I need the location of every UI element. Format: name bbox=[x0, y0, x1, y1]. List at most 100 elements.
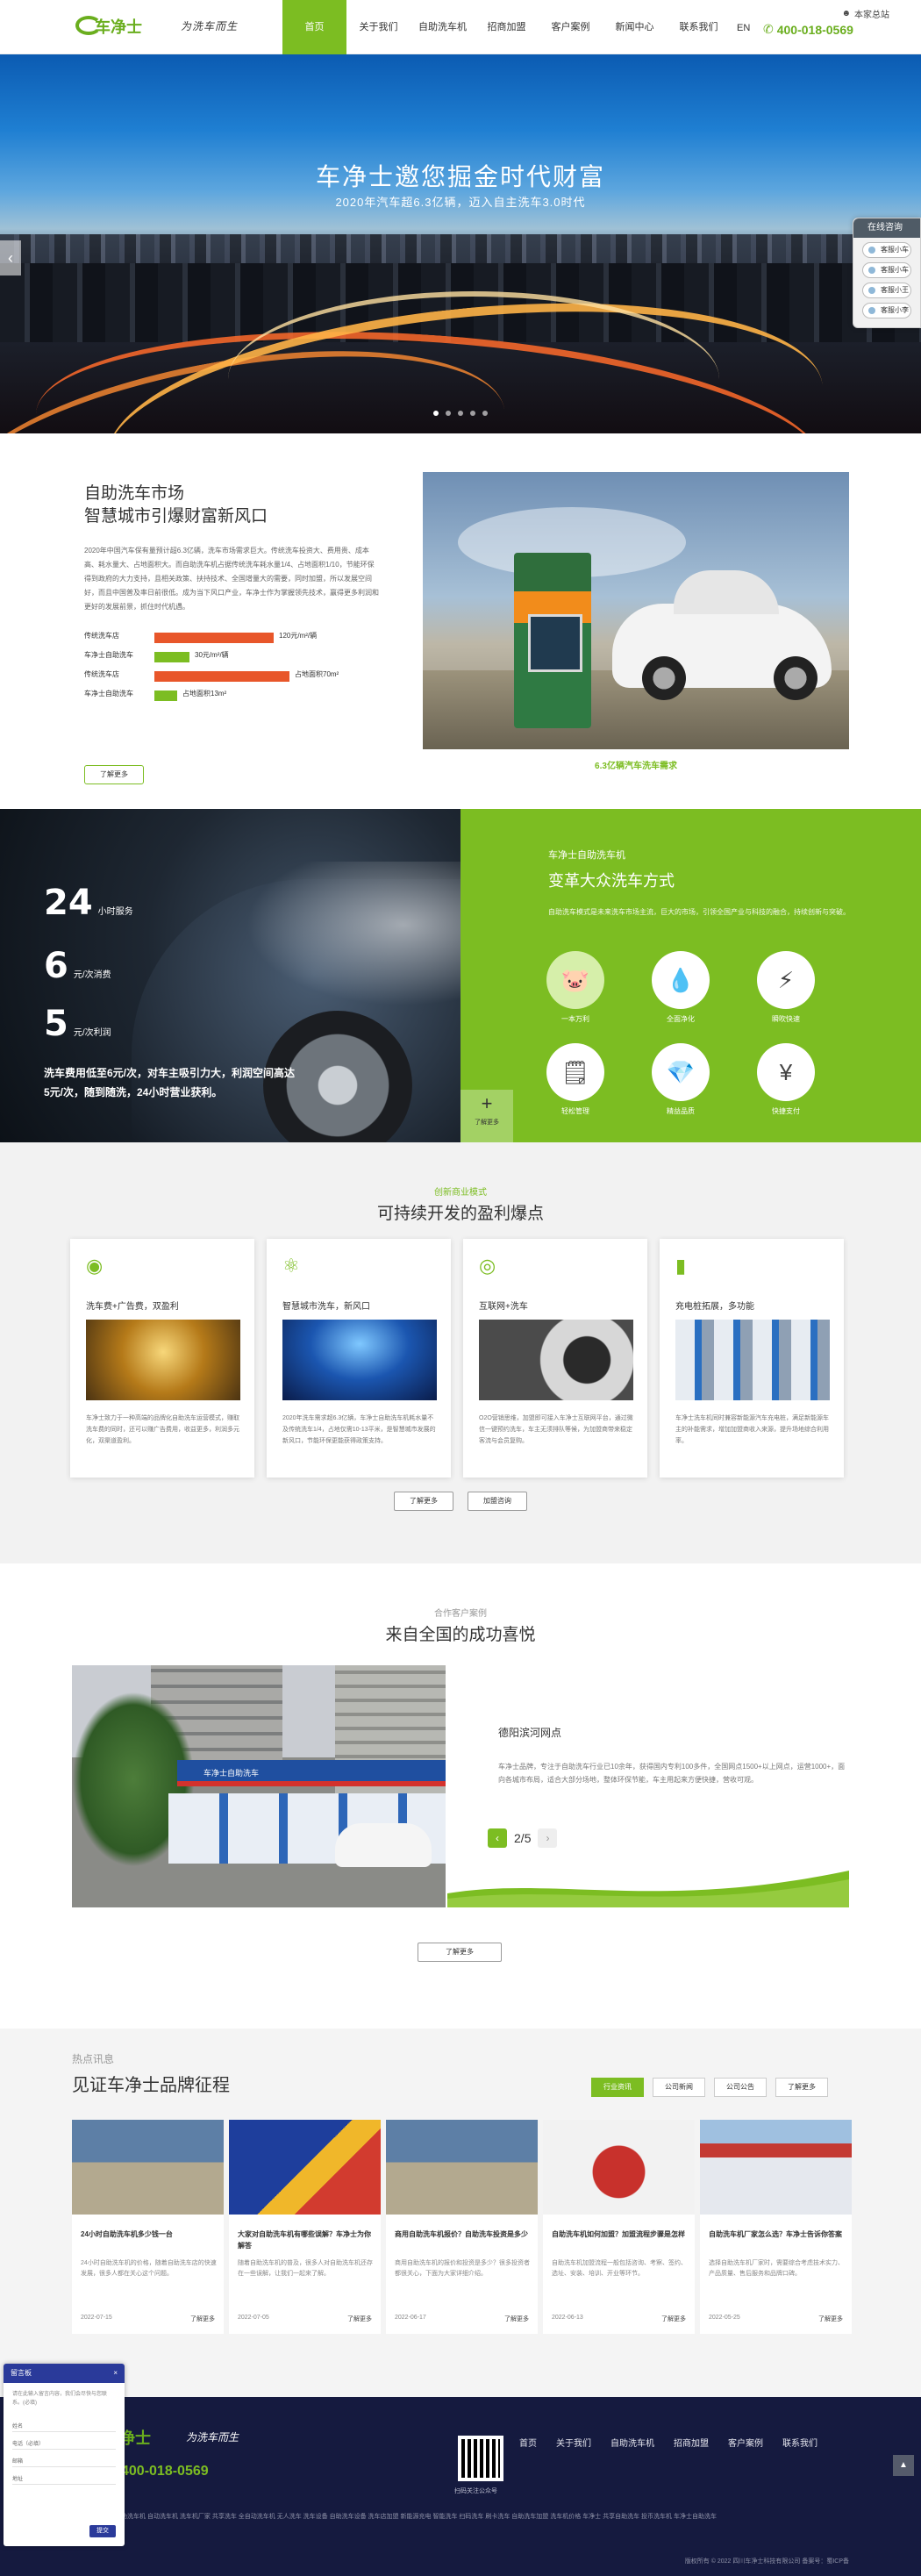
footer-nav-cases[interactable]: 客户案例 bbox=[728, 2436, 763, 2449]
banner-dot[interactable] bbox=[470, 411, 475, 416]
footer-nav-franchise[interactable]: 招商加盟 bbox=[674, 2436, 709, 2449]
features-kicker: 车净士自助洗车机 bbox=[548, 850, 625, 861]
news-read-more[interactable]: 了解更多 bbox=[504, 2315, 529, 2323]
profit-kicker: 创新商业模式 bbox=[434, 1188, 487, 1198]
phone-field[interactable]: 电话（必填） bbox=[12, 2437, 116, 2450]
decorative-wave bbox=[447, 1871, 849, 1907]
tab-announcements[interactable]: 公司公告 bbox=[714, 2078, 767, 2097]
copyright: 版权所有 © 2022 四川车净士科技有限公司 备案号：蜀ICP备 bbox=[684, 2558, 849, 2565]
feature-item[interactable]: ⚡ 瞬吹快速 bbox=[755, 951, 817, 1024]
consult-agent-button[interactable]: 客服小李 bbox=[862, 303, 911, 318]
photo-caption: 6.3亿辆汽车洗车需求 bbox=[595, 762, 677, 771]
banner-dot[interactable] bbox=[433, 411, 439, 416]
address-field[interactable]: 地址 bbox=[12, 2472, 116, 2485]
site-footer: 车净士 为洗车而生 400-018-0569 扫码关注公众号 首页 关于我们 自… bbox=[0, 2397, 921, 2576]
news-read-more[interactable]: 了解更多 bbox=[661, 2315, 686, 2323]
cases-title: 来自全国的成功喜悦 bbox=[385, 1626, 536, 1644]
news-thumbnail bbox=[700, 2120, 852, 2215]
consult-agent-button[interactable]: 客服小车 bbox=[862, 242, 911, 258]
message-intro: 请在此输入留言内容，我们会尽快与您联系。(必填) bbox=[12, 2392, 108, 2406]
bar-fill bbox=[154, 671, 289, 682]
feature-item[interactable]: ¥ 快捷支付 bbox=[755, 1043, 817, 1116]
footer-nav-machines[interactable]: 自助洗车机 bbox=[610, 2436, 654, 2449]
feature-item[interactable]: 🗒 轻松管理 bbox=[545, 1043, 606, 1116]
profit-card[interactable]: ▮ 充电桩拓展，多功能 车净士洗车机同时兼容新能源汽车充电桩，满足新能源车主的补… bbox=[660, 1239, 844, 1478]
news-read-more[interactable]: 了解更多 bbox=[190, 2315, 215, 2323]
nav-home[interactable]: 首页 bbox=[282, 0, 346, 54]
plus-icon: + bbox=[481, 1092, 493, 1114]
banner-dot[interactable] bbox=[446, 411, 451, 416]
message-board-popup: 留言板 × 请在此输入留言内容，我们会尽快与您联系。(必填) 姓名 电话（必填）… bbox=[4, 2364, 125, 2546]
case-prev-button[interactable]: ‹ bbox=[488, 1828, 507, 1848]
news-card[interactable]: 大家对自助洗车机有哪些误解？车净士为你解答 随着自助洗车机的普及，很多人对自助洗… bbox=[229, 2120, 381, 2334]
nav-machines[interactable]: 自助洗车机 bbox=[411, 0, 475, 54]
bar-value: 占地面积70m² bbox=[295, 670, 339, 678]
news-read-more[interactable]: 了解更多 bbox=[347, 2315, 372, 2323]
back-to-top-button[interactable]: ▲ bbox=[893, 2455, 914, 2476]
nav-contact[interactable]: 联系我们 bbox=[667, 0, 731, 54]
tab-company-news[interactable]: 公司新闻 bbox=[653, 2078, 705, 2097]
news-list: 24小时自助洗车机多少钱一台 24小时自助洗车机的价格，随着自助洗车店的快速发展… bbox=[72, 2120, 852, 2334]
email-field[interactable]: 邮箱 bbox=[12, 2455, 116, 2467]
banner-title: 车净士邀您掘金时代财富 bbox=[315, 162, 605, 191]
banner-pagination bbox=[0, 411, 921, 416]
news-card[interactable]: 自助洗车机厂家怎么选？车净士告诉你答案 选择自助洗车机厂家时，需要综合考虑技术实… bbox=[700, 2120, 852, 2334]
news-card[interactable]: 24小时自助洗车机多少钱一台 24小时自助洗车机的价格，随着自助洗车店的快速发展… bbox=[72, 2120, 224, 2334]
footer-nav-home[interactable]: 首页 bbox=[519, 2436, 537, 2449]
hotline: ✆ 400-018-0569 bbox=[763, 22, 853, 37]
footer-nav-about[interactable]: 关于我们 bbox=[556, 2436, 591, 2449]
bar-label: 车净士自助洗车 bbox=[84, 690, 133, 698]
handshake-coins-image bbox=[86, 1320, 240, 1400]
profit-section: 创新商业模式 可持续开发的盈利爆点 ◉ 洗车费+广告费，双盈利 车净士致力于一种… bbox=[0, 1142, 921, 1563]
bar-label: 传统洗车店 bbox=[84, 632, 119, 640]
water-drops-icon: 💧 bbox=[652, 951, 710, 1009]
consult-agent-button[interactable]: 客服小车 bbox=[862, 262, 911, 278]
message-submit-button[interactable]: 提交 bbox=[89, 2525, 116, 2537]
hq-link-label: 本家总站 bbox=[854, 11, 889, 20]
feature-item[interactable]: 💧 全面净化 bbox=[650, 951, 711, 1024]
feature-item[interactable]: 💎 精益品质 bbox=[650, 1043, 711, 1116]
footer-nav: 首页 关于我们 自助洗车机 招商加盟 客户案例 联系我们 bbox=[519, 2436, 817, 2449]
banner-dot[interactable] bbox=[458, 411, 463, 416]
footer-nav-contact[interactable]: 联系我们 bbox=[782, 2436, 817, 2449]
name-field[interactable]: 姓名 bbox=[12, 2420, 116, 2432]
nav-cases[interactable]: 客户案例 bbox=[539, 0, 603, 54]
coins-icon: ◉ bbox=[86, 1255, 104, 1277]
cases-learn-more-button[interactable]: 了解更多 bbox=[418, 1943, 502, 1962]
market-learn-more-button[interactable]: 了解更多 bbox=[84, 765, 144, 784]
profit-card[interactable]: ◎ 互联网+洗车 O2O营销思维，加盟即可接入车净士互联网平台，通过微信一键预约… bbox=[463, 1239, 647, 1478]
hq-link[interactable]: ☻ 本家总站 bbox=[841, 7, 889, 20]
nav-news[interactable]: 新闻中心 bbox=[603, 0, 667, 54]
feature-item[interactable]: 🐷 一本万利 bbox=[545, 951, 606, 1024]
banner-dot[interactable] bbox=[482, 411, 488, 416]
banner-prev-button[interactable]: ‹ bbox=[0, 240, 21, 275]
case-next-button[interactable]: › bbox=[538, 1828, 558, 1848]
tab-industry-news[interactable]: 行业资讯 bbox=[591, 2078, 644, 2097]
bar-label: 车净士自助洗车 bbox=[84, 651, 133, 659]
profit-actions: 了解更多 加盟咨询 bbox=[0, 1492, 921, 1511]
language-switch[interactable]: EN bbox=[737, 23, 750, 33]
nav-about[interactable]: 关于我们 bbox=[346, 0, 411, 54]
news-read-more[interactable]: 了解更多 bbox=[818, 2315, 843, 2323]
bar-value: 占地面积13m² bbox=[182, 690, 227, 698]
features-more-button[interactable]: + 了解更多 bbox=[460, 1090, 513, 1142]
friend-links[interactable]: 友情链接：自助洗车机 自动洗车机 洗车机厂家 共享洗车 全自动洗车机 无人洗车 … bbox=[84, 2511, 874, 2523]
consult-agent-button[interactable]: 客服小王 bbox=[862, 283, 911, 298]
tab-more[interactable]: 了解更多 bbox=[775, 2078, 828, 2097]
profit-card[interactable]: ◉ 洗车费+广告费，双盈利 车净士致力于一种高端的品牌化自助洗车运营模式，赚取洗… bbox=[70, 1239, 254, 1478]
nav-franchise[interactable]: 招商加盟 bbox=[475, 0, 539, 54]
profit-card[interactable]: ⚛ 智慧城市洗车，新风口 2020年洗车需求超6.3亿辆，车净士自助洗车机耗水量… bbox=[267, 1239, 451, 1478]
profit-learn-more-button[interactable]: 了解更多 bbox=[394, 1492, 453, 1511]
news-card[interactable]: 自助洗车机如何加盟？加盟流程步骤是怎样 自助洗车机加盟流程一般包括咨询、考察、签… bbox=[543, 2120, 695, 2334]
profit-title: 可持续开发的盈利爆点 bbox=[376, 1205, 544, 1223]
news-card[interactable]: 商用自助洗车机报价？自助洗车投资是多少 商用自助洗车机的报价和投资是多少？很多投… bbox=[386, 2120, 538, 2334]
stat-profit: 5 元/次利润 bbox=[44, 1004, 111, 1044]
user-icon: ☻ bbox=[841, 9, 851, 18]
franchise-consult-button[interactable]: 加盟咨询 bbox=[468, 1492, 527, 1511]
logo[interactable]: 车净士 为洗车而生 bbox=[75, 12, 238, 39]
news-tabs: 行业资讯 公司新闻 公司公告 了解更多 bbox=[591, 2078, 828, 2097]
market-title: 自助洗车市场 智慧城市引爆财富新风口 bbox=[84, 484, 268, 526]
charging-station-image bbox=[675, 1320, 830, 1400]
document-edit-icon: 🗒 bbox=[546, 1043, 604, 1101]
close-icon[interactable]: × bbox=[113, 2364, 118, 2383]
